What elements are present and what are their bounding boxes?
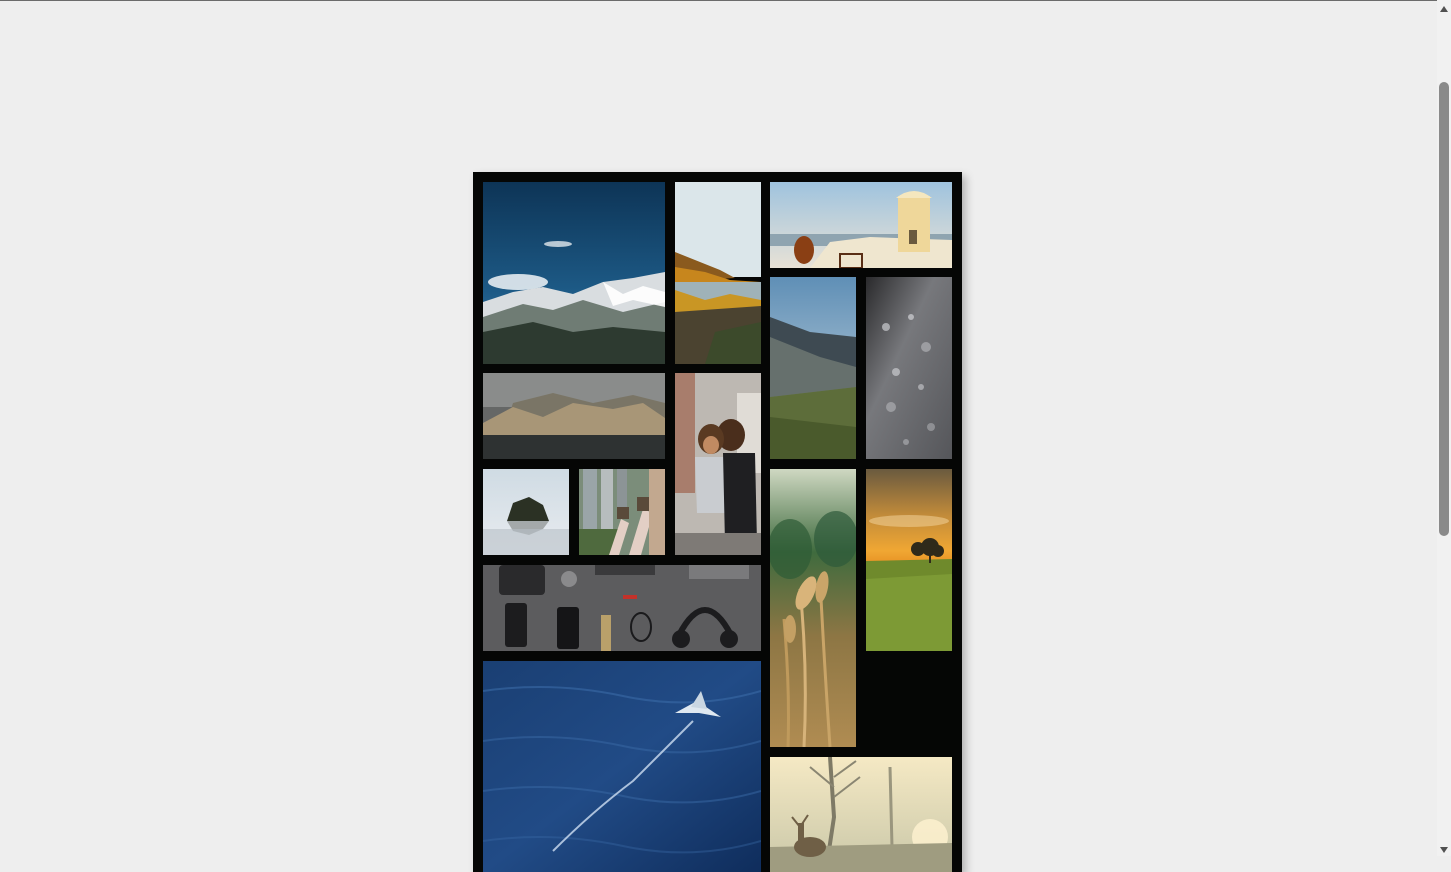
scroll-up-arrow-icon[interactable] (1440, 6, 1448, 12)
photo-rocky-island-coast[interactable] (483, 373, 665, 459)
photo-deer-misty-forest[interactable] (770, 757, 952, 872)
photo-gallery (473, 172, 962, 872)
photo-lone-rock-island[interactable] (483, 469, 569, 555)
window-top-border (0, 0, 1437, 1)
photo-flat-lay-accessories[interactable] (483, 565, 761, 651)
photo-white-windmill-coast[interactable] (770, 182, 952, 268)
photo-sunset-field-trees[interactable] (866, 469, 952, 651)
photo-mountain-snow-peak[interactable] (483, 182, 665, 364)
scroll-down-arrow-icon[interactable] (1440, 847, 1448, 853)
photo-wheat-stalks[interactable] (770, 469, 856, 747)
photo-mother-and-child[interactable] (675, 373, 761, 555)
photo-ocean-bird-flying[interactable] (483, 661, 761, 872)
scroll-thumb[interactable] (1439, 82, 1449, 536)
photo-misty-mountain-valley[interactable] (770, 277, 856, 459)
photo-skyscraper-feet-view[interactable] (579, 469, 665, 555)
photo-autumn-lake-reflection[interactable] (675, 182, 761, 364)
photo-water-droplets-closeup[interactable] (866, 277, 952, 459)
vertical-scrollbar[interactable] (1437, 0, 1451, 856)
